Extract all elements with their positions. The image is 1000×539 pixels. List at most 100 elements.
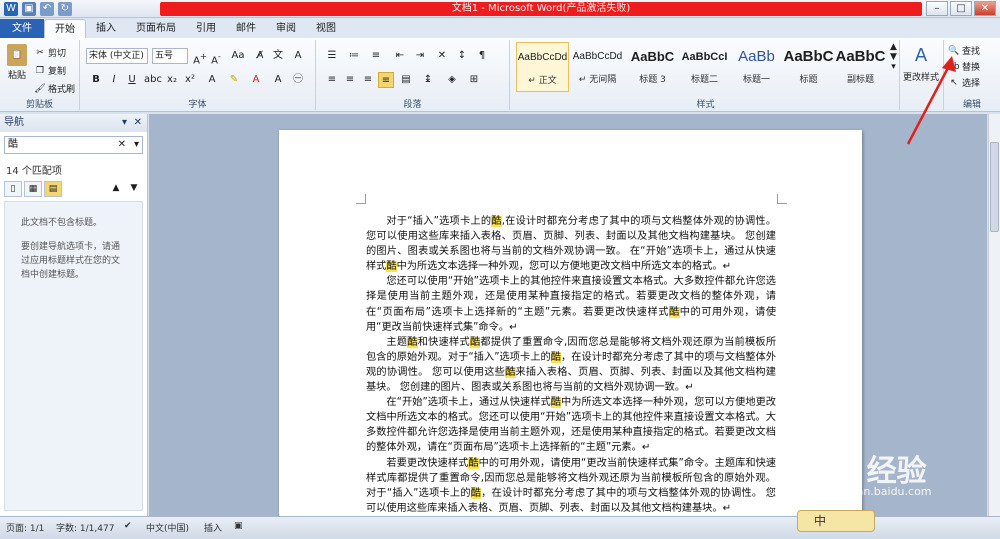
title-bar: W ▣ ↶ ↻ 文档1 - Microsoft Word(产品激活失败) – □… (0, 0, 1000, 18)
more-styles-icon[interactable]: ▾ (891, 62, 896, 72)
shading-icon[interactable]: ◈ (444, 72, 460, 88)
pages-view-icon[interactable]: ▦ (24, 181, 42, 197)
nav-title: 导航 (4, 117, 24, 128)
tab-mailings[interactable]: 邮件 (226, 19, 266, 38)
tab-references[interactable]: 引用 (186, 19, 226, 38)
style-name: 标题 3 (639, 75, 666, 85)
text-effects-icon[interactable]: A (204, 72, 220, 88)
macro-icon[interactable]: ▣ (234, 521, 243, 531)
close-icon[interactable]: ✕ (974, 1, 996, 16)
redo-icon[interactable]: ↻ (58, 2, 72, 16)
show-marks-icon[interactable]: ¶ (474, 48, 490, 64)
tab-view[interactable]: 视图 (306, 19, 346, 38)
undo-icon[interactable]: ↶ (40, 2, 54, 16)
clear-search-icon[interactable]: ✕ (118, 137, 126, 153)
enclose-char-icon[interactable]: ㊀ (290, 72, 306, 88)
multilevel-list-icon[interactable]: ≡ (368, 48, 384, 64)
window-title: 文档1 - Microsoft Word(产品激活失败) (160, 2, 922, 16)
document-paragraph[interactable]: 若要更改快速样式酷中的可用外观，请使用“更改当前快速样式集”命令。主题库和快速样… (366, 456, 776, 516)
highlight-icon[interactable]: ✎ (226, 72, 242, 88)
clear-format-icon[interactable]: A̸ (252, 48, 268, 64)
tab-home[interactable]: 开始 (44, 19, 86, 38)
increase-indent-icon[interactable]: ⇥ (412, 48, 428, 64)
page-count[interactable]: 页面: 1/1 (6, 521, 44, 534)
maximize-icon[interactable]: □ (950, 1, 972, 16)
align-left-icon[interactable]: ≡ (324, 72, 340, 88)
close-icon[interactable]: ✕ (134, 114, 142, 132)
insert-mode-indicator[interactable]: 插入 (204, 521, 222, 534)
search-options-icon[interactable]: ▾ (134, 137, 139, 153)
chinese-layout-icon[interactable]: ✕ (434, 48, 450, 64)
phonetic-guide-icon[interactable]: 文 (270, 48, 286, 64)
word-count[interactable]: 字数: 1/1,477 (56, 521, 114, 534)
nav-search-input[interactable]: 酷 ✕ ▾ (4, 136, 143, 154)
previous-result-icon[interactable]: ▲ (107, 181, 125, 197)
results-view-icon[interactable]: ▤ (44, 181, 62, 197)
headings-view-icon[interactable]: ▯ (4, 181, 22, 197)
paste-icon: 📋 (7, 44, 27, 66)
chevron-down-icon[interactable]: ▾ (122, 114, 127, 132)
style-heading-two[interactable]: AaBbCcI 标题二 (678, 42, 731, 92)
sort-icon[interactable]: ↕ (454, 48, 470, 64)
vertical-scrollbar[interactable] (988, 114, 1000, 516)
tab-review[interactable]: 审阅 (266, 19, 306, 38)
justify-icon[interactable]: ≡ (378, 72, 394, 88)
navigation-pane: 导航 ▾ ✕ 酷 ✕ ▾ 14 个匹配项 ▯ ▦ ▤ ▲ ▼ 此文档不包含标题。… (0, 114, 148, 516)
save-icon[interactable]: ▣ (22, 2, 36, 16)
style-sample: AaBbC (630, 49, 675, 64)
styles-scroll[interactable]: ▲ ▼ ▾ (890, 42, 897, 72)
style-title[interactable]: AaBbC 标题 (782, 42, 835, 92)
document-paragraph[interactable]: 您还可以使用“开始”选项卡上的其他控件来直接设置文本格式。大多数控件都允许您选择… (366, 274, 776, 334)
brush-icon: 🖌 (34, 83, 46, 94)
copy-button[interactable]: ❐ 复制 (34, 64, 66, 78)
subscript-icon[interactable]: x₂ (164, 72, 180, 88)
font-name-combo[interactable]: 宋体 (中文正) (86, 48, 148, 64)
shrink-font-icon[interactable]: A- (208, 48, 224, 66)
style-subtitle[interactable]: AaBbC 副标题 (834, 42, 887, 92)
borders-icon[interactable]: ⊞ (466, 72, 482, 88)
superscript-icon[interactable]: x² (182, 72, 198, 88)
font-color-icon[interactable]: A (248, 72, 264, 88)
strikethrough-icon[interactable]: abc (144, 72, 162, 88)
document-paragraph[interactable]: 主题酷和快速样式酷都提供了重置命令,因而您总是能够将文档外观还原为当前模板所包含… (366, 335, 776, 395)
next-result-icon[interactable]: ▼ (125, 181, 143, 197)
document-paragraph[interactable]: 在“开始”选项卡上，通过从快速样式酷中为所选文本选择一种外观，您可以方便地更改文… (366, 395, 776, 455)
chevron-up-icon[interactable]: ▲ (890, 42, 897, 52)
decrease-indent-icon[interactable]: ⇤ (392, 48, 408, 64)
styles-group-label: 样式 (696, 100, 715, 110)
proofing-icon[interactable]: ✔ (124, 521, 132, 531)
language-indicator[interactable]: 中文(中国) (146, 521, 189, 534)
align-right-icon[interactable]: ≡ (360, 72, 376, 88)
cut-button[interactable]: ✂ 剪切 (34, 46, 66, 60)
paste-button[interactable]: 📋 粘贴 (6, 44, 28, 81)
underline-icon[interactable]: U (124, 72, 140, 88)
chevron-down-icon[interactable]: ▼ (890, 52, 897, 62)
minimize-icon[interactable]: – (926, 1, 948, 16)
style-normal[interactable]: AaBbCcDd ↵ 正文 (516, 42, 569, 92)
style-no-spacing[interactable]: AaBbCcDd ↵ 无间隔 (571, 42, 624, 92)
distributed-icon[interactable]: ▤ (398, 72, 414, 88)
document-paragraph[interactable]: 对于“插入”选项卡上的酷,在设计时都充分考虑了其中的项与文档整体外观的协调性。您… (366, 214, 776, 274)
style-name: ↵ 正文 (528, 76, 557, 86)
scroll-thumb[interactable] (990, 142, 999, 232)
bullets-icon[interactable]: ☰ (324, 48, 340, 64)
paragraph-text: 在“开始”选项卡上，通过从快速样式 (386, 397, 551, 409)
tab-file[interactable]: 文件 (0, 19, 44, 38)
change-case-icon[interactable]: Aa (230, 48, 246, 64)
style-heading-one[interactable]: AaBb 标题一 (730, 42, 783, 92)
tab-insert[interactable]: 插入 (86, 19, 126, 38)
font-size-combo[interactable]: 五号 (152, 48, 188, 64)
bold-icon[interactable]: B (88, 72, 104, 88)
italic-icon[interactable]: I (106, 72, 122, 88)
document-body[interactable]: 对于“插入”选项卡上的酷,在设计时都充分考虑了其中的项与文档整体外观的协调性。您… (366, 214, 776, 516)
replace-label: 替换 (962, 63, 981, 73)
grow-font-icon[interactable]: A+ (192, 48, 208, 66)
align-center-icon[interactable]: ≡ (342, 72, 358, 88)
tab-page-layout[interactable]: 页面布局 (126, 19, 186, 38)
numbering-icon[interactable]: ≔ (346, 48, 362, 64)
format-painter-button[interactable]: 🖌 格式刷 (34, 82, 75, 96)
line-spacing-icon[interactable]: ↨ (420, 72, 436, 88)
char-border-icon[interactable]: A (290, 48, 306, 64)
char-shading-icon[interactable]: A (270, 72, 286, 88)
style-heading-3[interactable]: AaBbC 标题 3 (626, 42, 679, 92)
